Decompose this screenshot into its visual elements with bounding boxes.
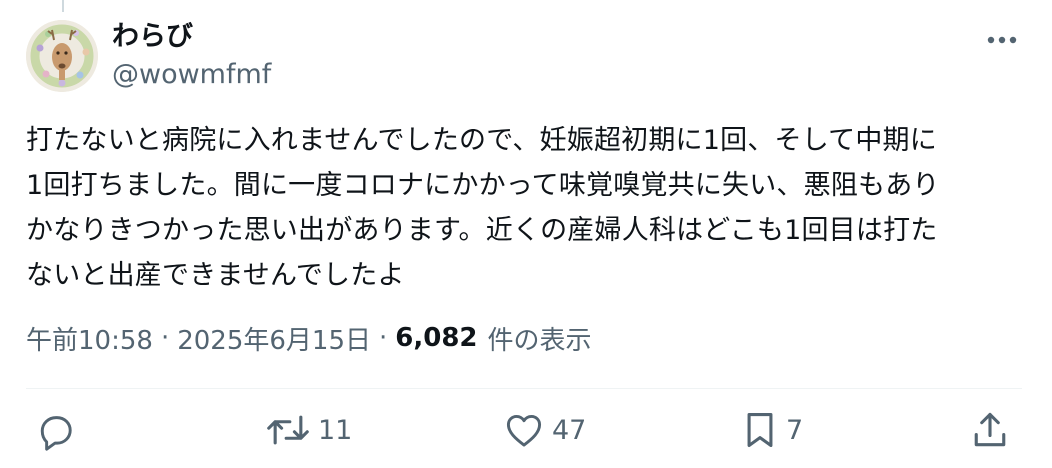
tweet-text-line: かなりきつかった思い出があります。近くの産婦人科はどこも1回目は打た [26,215,938,246]
retweet-button[interactable]: 11 [264,404,352,456]
tweet-text-line: 打たないと病院に入れませんでしたので、妊娠超初期に1回、そして中期に [26,125,937,156]
tweet-text-line: 1回打ちました。間に一度コロナにかかって味覚嗅覚共に失い、悪阻もあり [26,170,940,201]
more-options-button[interactable] [976,22,1028,58]
author-handle[interactable]: @wowmfmf [112,58,271,92]
share-icon [974,412,1006,447]
views-count[interactable]: 6,082 [395,323,477,353]
bookmark-icon [747,413,773,447]
reply-icon [40,416,72,451]
views-label[interactable]: 件の表示 [488,320,592,357]
tweet-actions: 11 47 7 [0,404,1052,456]
tweet-time[interactable]: 午前10:58 [26,320,153,357]
share-button[interactable] [968,404,1012,456]
retweet-icon [267,415,309,445]
tweet-meta: 午前10:58 · 2025年6月15日 · 6,082 件の表示 [26,318,592,358]
tweet-text: 打たないと病院に入れませんでしたので、妊娠超初期に1回、そして中期に 1回打ちま… [26,118,1026,298]
bookmark-count: 7 [786,414,804,446]
retweet-count: 11 [318,414,353,446]
bookmark-button[interactable]: 7 [740,404,803,456]
more-horizontal-icon [987,36,1017,44]
author-display-name[interactable]: わらび [112,20,193,54]
like-button[interactable]: 47 [502,404,586,456]
meta-separator: · [160,323,170,353]
divider [26,388,1022,389]
reply-button[interactable] [34,404,84,456]
tweet-text-line: ないと出産できませんでしたよ [26,260,405,291]
meta-separator: · [379,323,388,353]
heart-icon [506,414,542,447]
avatar-image [26,20,98,92]
tweet-date[interactable]: 2025年6月15日 [177,320,371,357]
like-count: 47 [552,414,587,446]
thread-connector-line [62,0,64,12]
avatar[interactable] [26,20,98,92]
